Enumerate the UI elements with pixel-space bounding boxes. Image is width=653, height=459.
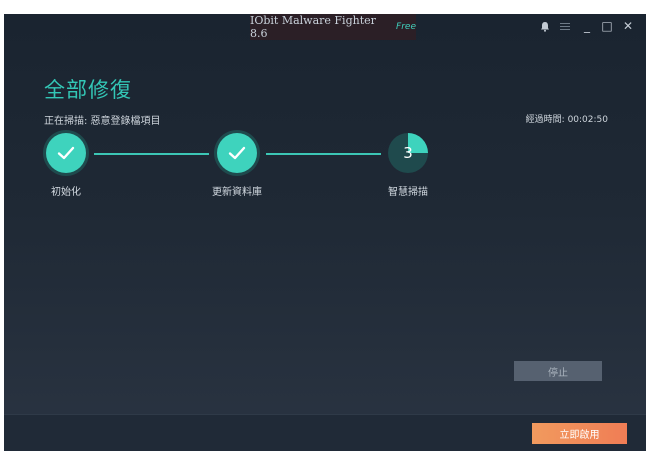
edition-badge: Free [396, 22, 416, 32]
step-label: 更新資料庫 [212, 187, 262, 198]
app-window: IObit Malware Fighter 8.6 Free _ □ ✕ 全部修… [4, 14, 646, 451]
step-smart-scan: 3 [388, 133, 428, 173]
title-tab: IObit Malware Fighter 8.6 Free [250, 14, 416, 40]
activate-now-button[interactable]: 立即啟用 [532, 423, 627, 444]
checkmark-icon [57, 146, 75, 160]
app-title: IObit Malware Fighter 8.6 [250, 14, 376, 40]
step-number: 3 [403, 144, 413, 162]
stop-button[interactable]: 停止 [514, 361, 602, 381]
elapsed-time: 經過時間: 00:02:50 [525, 115, 608, 125]
maximize-button[interactable]: □ [598, 17, 616, 35]
step-label: 智慧掃描 [388, 187, 428, 198]
step-label: 初始化 [51, 187, 81, 198]
step-initialize [46, 133, 86, 173]
minimize-button[interactable]: _ [578, 17, 596, 35]
bell-icon[interactable] [536, 17, 554, 35]
step-update-database [217, 133, 257, 173]
page-title: 全部修復 [44, 78, 132, 102]
title-bar: IObit Malware Fighter 8.6 Free _ □ ✕ [4, 14, 646, 40]
footer-bar: 立即啟用 [4, 414, 646, 451]
progress-line [266, 153, 381, 155]
scan-status: 正在掃描: 惡意登錄檔項目 [44, 116, 161, 127]
progress-line [94, 153, 209, 155]
close-button[interactable]: ✕ [619, 17, 637, 35]
checkmark-icon [228, 146, 246, 160]
menu-icon[interactable] [556, 17, 574, 35]
